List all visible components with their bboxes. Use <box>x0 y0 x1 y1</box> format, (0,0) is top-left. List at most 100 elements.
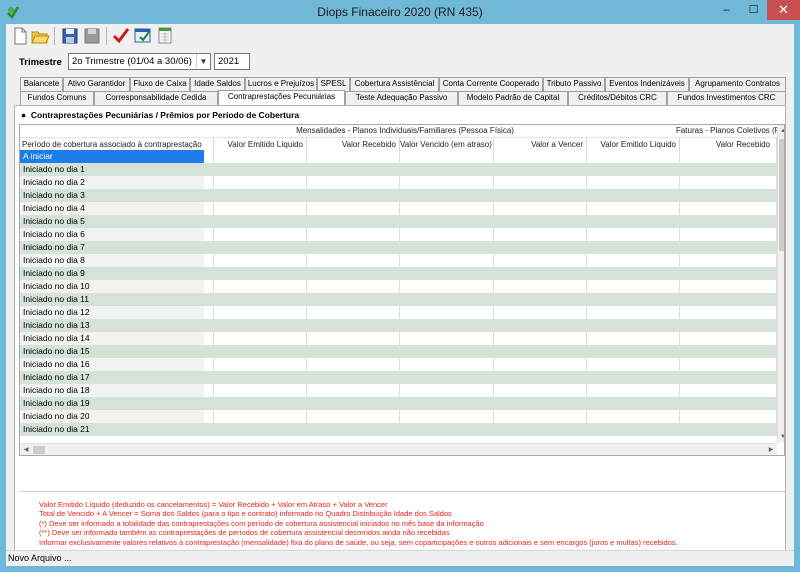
value-cell[interactable] <box>680 332 777 345</box>
value-cell[interactable] <box>494 267 587 280</box>
row-label[interactable]: Iniciado no dia 1 <box>20 163 204 176</box>
value-cell[interactable] <box>214 423 307 436</box>
value-cell[interactable] <box>214 384 307 397</box>
vertical-scrollbar[interactable]: ▲ ▼ <box>777 125 784 443</box>
value-cell[interactable] <box>400 371 494 384</box>
value-cell[interactable] <box>587 150 680 163</box>
tab-idade-saldos[interactable]: Idade Saldos <box>190 77 245 91</box>
row-label[interactable]: Iniciado no dia 15 <box>20 345 204 358</box>
value-cell[interactable] <box>494 163 587 176</box>
value-cell[interactable] <box>307 228 400 241</box>
tab-conta-corrente-cooperado[interactable]: Conta Corrente Cooperado <box>439 77 543 91</box>
value-cell[interactable] <box>214 202 307 215</box>
value-cell[interactable] <box>307 150 400 163</box>
table-row[interactable]: Iniciado no dia 14 <box>20 332 777 345</box>
row-label[interactable]: Iniciado no dia 4 <box>20 202 204 215</box>
year-input[interactable]: 2021 <box>214 53 250 70</box>
new-file-icon[interactable] <box>10 26 30 46</box>
value-cell[interactable] <box>587 358 680 371</box>
tab-spesl[interactable]: SPESL <box>317 77 350 91</box>
row-label[interactable]: Iniciado no dia 16 <box>20 358 204 371</box>
table-row[interactable]: Iniciado no dia 17 <box>20 371 777 384</box>
chevron-down-icon[interactable]: ▼ <box>196 54 210 69</box>
tab-modelo-padrao-capital[interactable]: Modelo Padrão de Capital <box>458 91 568 105</box>
row-label[interactable]: Iniciado no dia 14 <box>20 332 204 345</box>
table-row[interactable]: Iniciado no dia 3 <box>20 189 777 202</box>
tab-ativo-garantidor[interactable]: Ativo Garantidor <box>63 77 130 91</box>
row-label[interactable]: Iniciado no dia 18 <box>20 384 204 397</box>
value-cell[interactable] <box>494 228 587 241</box>
value-cell[interactable] <box>214 332 307 345</box>
value-cell[interactable] <box>400 384 494 397</box>
tab-fundos-investimentos-crc[interactable]: Fundos Investimentos CRC <box>667 91 786 105</box>
value-cell[interactable] <box>307 384 400 397</box>
row-label[interactable]: Iniciado no dia 17 <box>20 371 204 384</box>
value-cell[interactable] <box>680 163 777 176</box>
close-button[interactable]: ✕ <box>767 0 800 20</box>
value-cell[interactable] <box>214 189 307 202</box>
value-cell[interactable] <box>400 163 494 176</box>
value-cell[interactable] <box>214 163 307 176</box>
value-cell[interactable] <box>400 423 494 436</box>
value-cell[interactable] <box>587 176 680 189</box>
value-cell[interactable] <box>680 293 777 306</box>
value-cell[interactable] <box>680 358 777 371</box>
value-cell[interactable] <box>494 241 587 254</box>
tab-lucros-prejuizos[interactable]: Lucros e Prejuízos <box>245 77 317 91</box>
value-cell[interactable] <box>307 293 400 306</box>
value-cell[interactable] <box>494 150 587 163</box>
value-cell[interactable] <box>400 202 494 215</box>
value-cell[interactable] <box>680 319 777 332</box>
value-cell[interactable] <box>680 423 777 436</box>
table-row[interactable]: Iniciado no dia 18 <box>20 384 777 397</box>
value-cell[interactable] <box>680 228 777 241</box>
minimize-button[interactable]: – <box>713 0 740 20</box>
value-cell[interactable] <box>214 267 307 280</box>
value-cell[interactable] <box>680 215 777 228</box>
value-cell[interactable] <box>214 215 307 228</box>
value-cell[interactable] <box>400 280 494 293</box>
row-label[interactable]: Iniciado no dia 3 <box>20 189 204 202</box>
value-cell[interactable] <box>587 215 680 228</box>
value-cell[interactable] <box>587 397 680 410</box>
value-cell[interactable] <box>400 293 494 306</box>
value-cell[interactable] <box>307 163 400 176</box>
value-cell[interactable] <box>680 280 777 293</box>
value-cell[interactable] <box>307 397 400 410</box>
value-cell[interactable] <box>494 410 587 423</box>
value-cell[interactable] <box>494 293 587 306</box>
tab-creditos-debitos-crc[interactable]: Créditos/Débitos CRC <box>568 91 667 105</box>
tab-teste-adequacao-passivo[interactable]: Teste Adequação Passivo <box>345 91 458 105</box>
value-cell[interactable] <box>494 358 587 371</box>
value-cell[interactable] <box>680 345 777 358</box>
tab-fluxo-de-caixa[interactable]: Fluxo de Caixa <box>130 77 190 91</box>
column-header-valor-emitido[interactable]: Valor Emitido Líquido <box>214 137 307 150</box>
tab-fundos-comuns[interactable]: Fundos Comuns <box>20 91 94 105</box>
maximize-button[interactable]: ☐ <box>740 0 767 20</box>
value-cell[interactable] <box>307 319 400 332</box>
value-cell[interactable] <box>307 423 400 436</box>
horizontal-scrollbar[interactable]: ◀ ▶ <box>20 443 777 455</box>
value-cell[interactable] <box>307 241 400 254</box>
scroll-thumb[interactable] <box>779 139 784 251</box>
validate-window-icon[interactable] <box>133 26 153 46</box>
value-cell[interactable] <box>214 358 307 371</box>
value-cell[interactable] <box>680 371 777 384</box>
table-row[interactable]: Iniciado no dia 7 <box>20 241 777 254</box>
value-cell[interactable] <box>680 189 777 202</box>
value-cell[interactable] <box>400 228 494 241</box>
value-cell[interactable] <box>214 345 307 358</box>
value-cell[interactable] <box>680 384 777 397</box>
value-cell[interactable] <box>680 397 777 410</box>
row-label[interactable]: Iniciado no dia 6 <box>20 228 204 241</box>
value-cell[interactable] <box>307 410 400 423</box>
value-cell[interactable] <box>680 306 777 319</box>
value-cell[interactable] <box>214 319 307 332</box>
value-cell[interactable] <box>494 189 587 202</box>
value-cell[interactable] <box>400 319 494 332</box>
value-cell[interactable] <box>494 176 587 189</box>
row-label[interactable]: Iniciado no dia 9 <box>20 267 204 280</box>
value-cell[interactable] <box>400 189 494 202</box>
value-cell[interactable] <box>494 280 587 293</box>
value-cell[interactable] <box>587 163 680 176</box>
